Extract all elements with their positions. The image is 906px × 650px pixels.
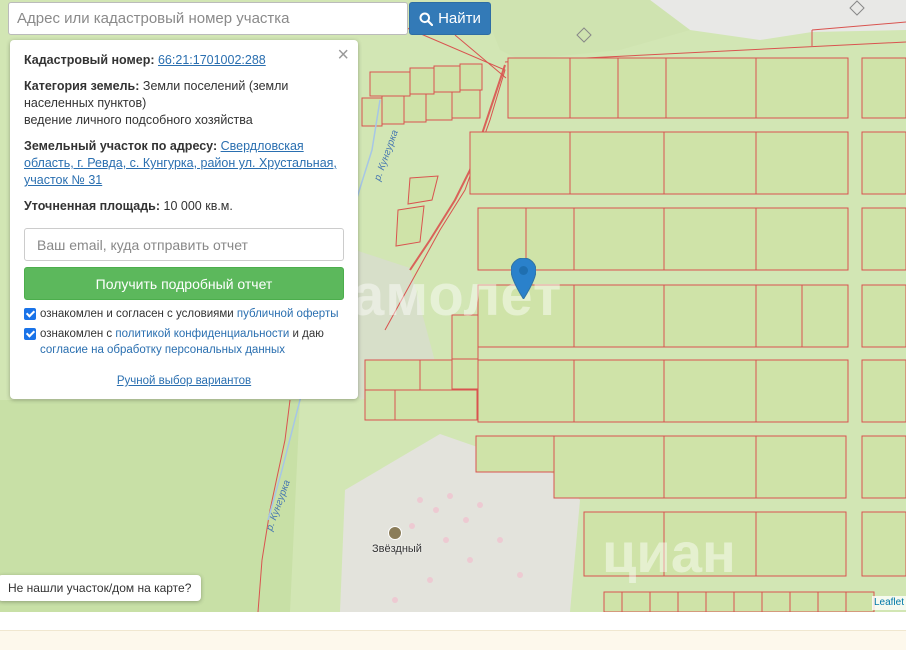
address-row: Земельный участок по адресу: Свердловска… — [24, 138, 344, 189]
area-label: Уточненная площадь: — [24, 199, 161, 213]
search-button-label: Найти — [438, 10, 481, 27]
leaflet-attribution[interactable]: Leaflet — [871, 596, 906, 610]
search-input[interactable] — [8, 2, 408, 35]
privacy-consent-checkbox[interactable] — [24, 328, 36, 340]
search-icon — [419, 12, 434, 26]
parcel-info-panel: × Кадастровый номер: 66:21:1701002:288 К… — [10, 40, 358, 399]
area-row: Уточненная площадь: 10 000 кв.м. — [24, 198, 344, 215]
cadastral-number-row: Кадастровый номер: 66:21:1701002:288 — [24, 52, 344, 69]
offer-consent-label: ознакомлен и согласен с условиями публич… — [40, 306, 339, 322]
privacy-consent-row: ознакомлен с политикой конфиденциальност… — [24, 326, 344, 358]
not-found-prompt[interactable]: Не нашли участок/дом на карте? — [0, 575, 202, 601]
category-label: Категория земель: — [24, 79, 140, 93]
area-value: 10 000 кв.м. — [163, 199, 233, 213]
watermark: циан — [602, 521, 736, 584]
offer-consent-text: ознакомлен и согласен с условиями — [40, 308, 234, 320]
page-footer — [0, 612, 906, 650]
email-field[interactable] — [24, 228, 344, 261]
privacy-consent-label: ознакомлен с политикой конфиденциальност… — [40, 326, 344, 358]
close-icon[interactable]: × — [337, 45, 349, 65]
offer-consent-checkbox[interactable] — [24, 308, 36, 320]
privacy-consent-text-2: и даю — [292, 328, 324, 340]
get-report-button[interactable]: Получить подробный отчет — [24, 267, 344, 300]
personal-data-consent-link[interactable]: согласие на обработку персональных данны… — [40, 344, 285, 356]
cadastral-label: Кадастровый номер: — [24, 53, 155, 67]
cadastral-number-link[interactable]: 66:21:1701002:288 — [158, 53, 266, 67]
footer-band — [0, 630, 906, 650]
privacy-consent-text: ознакомлен с — [40, 328, 113, 340]
privacy-policy-link[interactable]: политикой конфиденциальности — [115, 328, 289, 340]
village-label: Звёздный — [372, 543, 422, 555]
search-bar — [8, 2, 408, 35]
public-offer-link[interactable]: публичной оферты — [237, 308, 339, 320]
address-label: Земельный участок по адресу: — [24, 139, 218, 153]
location-marker-icon[interactable] — [511, 258, 536, 299]
offer-consent-row: ознакомлен и согласен с условиями публич… — [24, 306, 344, 322]
manual-selection: Ручной выбор вариантов — [10, 373, 358, 390]
usage-value: ведение личного подсобного хозяйства — [24, 113, 253, 127]
map-view[interactable]: самолет циан р. Кунгурка р. Кунгурка Звё… — [0, 0, 906, 612]
village-icon — [388, 526, 402, 540]
category-row: Категория земель: Земли поселений (земли… — [24, 78, 344, 129]
search-button[interactable]: Найти — [409, 2, 491, 35]
manual-selection-link[interactable]: Ручной выбор вариантов — [117, 375, 251, 387]
